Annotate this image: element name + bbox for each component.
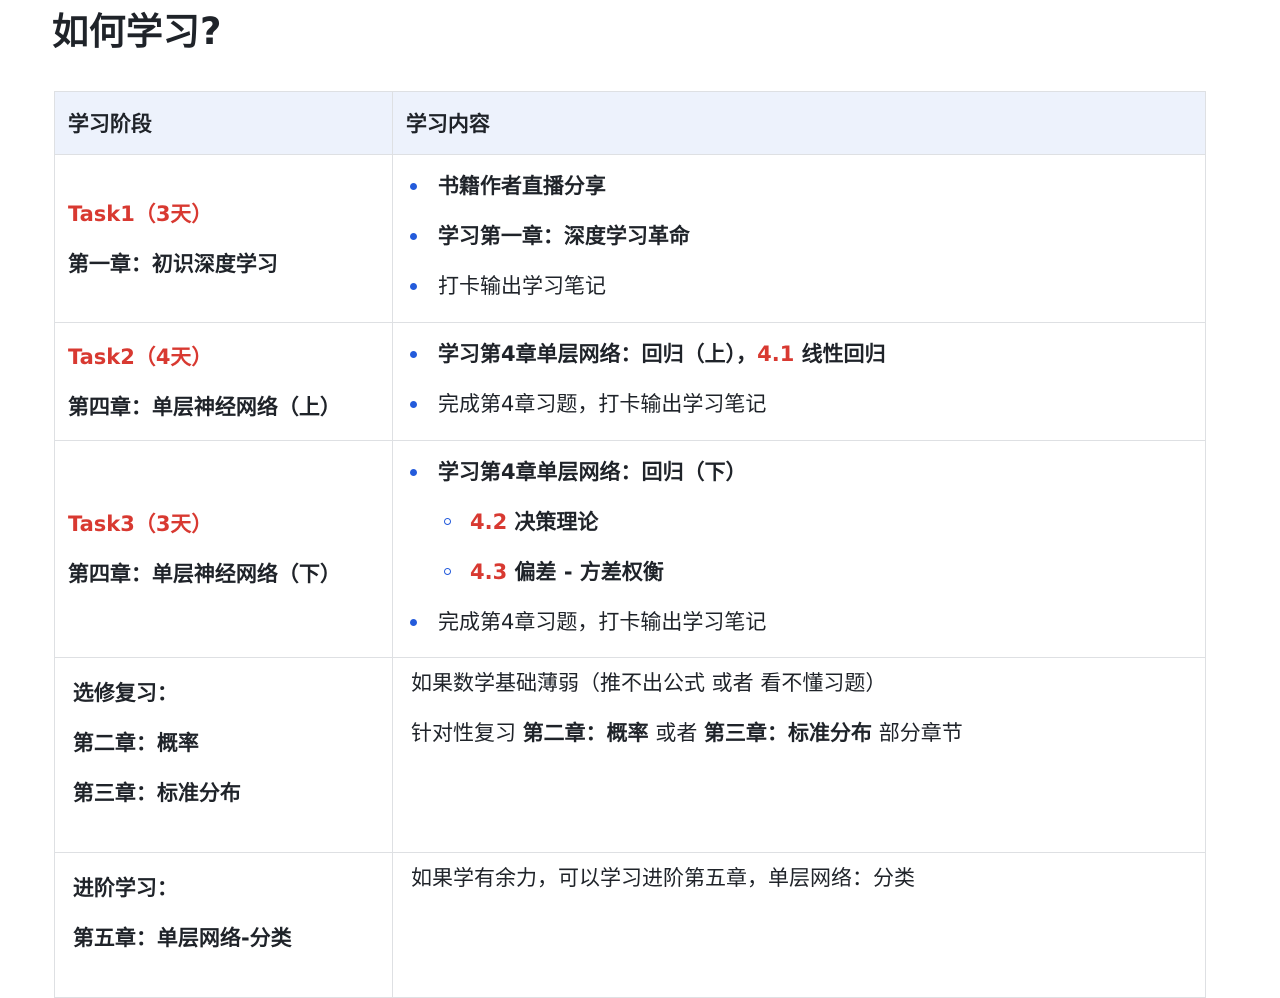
line-text: 针对性复习 (411, 721, 523, 745)
content-list: 学习第4章单层网络：回归（上），4.1 线性回归 完成第4章习题，打卡输出学习笔… (409, 329, 1205, 429)
line-text: 或者 (648, 721, 705, 745)
chapter-label: 第三章：标准分布 (73, 781, 241, 805)
page-title: 如何学习? (52, 10, 222, 53)
content-cell: 如果数学基础薄弱（推不出公式 或者 看不懂习题） 针对性复习 第二章：概率 或者… (392, 657, 1206, 853)
task-label: Task1（3天） (68, 201, 213, 226)
section-number: 4.3 (470, 560, 508, 584)
header-stage: 学习阶段 (54, 91, 393, 155)
list-item: 打卡输出学习笔记 (409, 261, 1205, 311)
content-line: 如果数学基础薄弱（推不出公式 或者 看不懂习题） (411, 671, 887, 695)
stage-cell: 进阶学习： 第五章：单层网络-分类 (54, 852, 393, 998)
line-text: 部分章节 (872, 721, 963, 745)
content-cell: 学习第4章单层网络：回归（上），4.1 线性回归 完成第4章习题，打卡输出学习笔… (392, 322, 1206, 441)
item-text: 偏差 - 方差权衡 (507, 560, 664, 584)
item-text: 线性回归 (794, 342, 886, 366)
chapter-label: 第五章：单层网络-分类 (73, 926, 292, 950)
table-header: 学习阶段 学习内容 (54, 91, 1206, 155)
content-cell: 学习第4章单层网络：回归（下） 4.2 决策理论 4.3 偏差 - 方差权衡 完… (392, 440, 1206, 658)
chapter-label: 第四章：单层神经网络（上） (68, 394, 341, 419)
content-cell: 如果学有余力，可以学习进阶第五章，单层网络：分类 (392, 852, 1206, 998)
content-list: 书籍作者直播分享 学习第一章：深度学习革命 打卡输出学习笔记 (409, 161, 1205, 311)
table-row-advanced: 进阶学习： 第五章：单层网络-分类 如果学有余力，可以学习进阶第五章，单层网络：… (54, 852, 1206, 998)
content-line: 如果学有余力，可以学习进阶第五章，单层网络：分类 (411, 866, 915, 890)
chapter-label: 第四章：单层神经网络（下） (68, 562, 341, 586)
table-row-elective: 选修复习： 第二章：概率 第三章：标准分布 如果数学基础薄弱（推不出公式 或者 … (54, 657, 1206, 853)
content-cell: 书籍作者直播分享 学习第一章：深度学习革命 打卡输出学习笔记 (392, 154, 1206, 323)
stage-cell: 选修复习： 第二章：概率 第三章：标准分布 (54, 657, 393, 853)
sub-list-item: 4.3 偏差 - 方差权衡 (409, 547, 1205, 597)
chapter-ref: 第三章：标准分布 (704, 721, 873, 745)
task-label: Task3（3天） (68, 512, 213, 536)
study-plan-table: 学习阶段 学习内容 Task1（3天） 第一章：初识深度学习 书籍作者直播分享 … (54, 91, 1206, 998)
stage-cell: Task2（4天） 第四章：单层神经网络（上） (54, 322, 393, 441)
task-label: Task2（4天） (68, 344, 213, 369)
stage-cell: Task3（3天） 第四章：单层神经网络（下） (54, 440, 393, 658)
content-list: 学习第4章单层网络：回归（下） 4.2 决策理论 4.3 偏差 - 方差权衡 完… (409, 447, 1205, 647)
content-line: 针对性复习 第二章：概率 或者 第三章：标准分布 部分章节 (411, 708, 1205, 758)
sub-list-item: 4.2 决策理论 (409, 497, 1205, 547)
header-content: 学习内容 (392, 91, 1206, 155)
stage-title: 进阶学习： (73, 876, 178, 900)
item-text: 学习第4章单层网络：回归（上）， (438, 342, 758, 366)
chapter-ref: 第二章：概率 (522, 721, 649, 745)
chapter-label: 第一章：初识深度学习 (68, 251, 278, 276)
list-item: 书籍作者直播分享 (409, 161, 1205, 211)
section-number: 4.1 (757, 342, 795, 366)
item-text: 决策理论 (507, 510, 599, 534)
table-row-task2: Task2（4天） 第四章：单层神经网络（上） 学习第4章单层网络：回归（上），… (54, 322, 1206, 441)
list-item: 完成第4章习题，打卡输出学习笔记 (409, 379, 1205, 429)
table-row-task3: Task3（3天） 第四章：单层神经网络（下） 学习第4章单层网络：回归（下） … (54, 440, 1206, 658)
stage-cell: Task1（3天） 第一章：初识深度学习 (54, 154, 393, 323)
stage-title: 选修复习： (73, 681, 178, 705)
list-item: 完成第4章习题，打卡输出学习笔记 (409, 597, 1205, 647)
list-item: 学习第一章：深度学习革命 (409, 211, 1205, 261)
list-item: 学习第4章单层网络：回归（下） (409, 447, 1205, 497)
list-item: 学习第4章单层网络：回归（上），4.1 线性回归 (409, 329, 1205, 379)
section-number: 4.2 (470, 510, 508, 534)
chapter-label: 第二章：概率 (73, 731, 199, 755)
table-row-task1: Task1（3天） 第一章：初识深度学习 书籍作者直播分享 学习第一章：深度学习… (54, 154, 1206, 323)
